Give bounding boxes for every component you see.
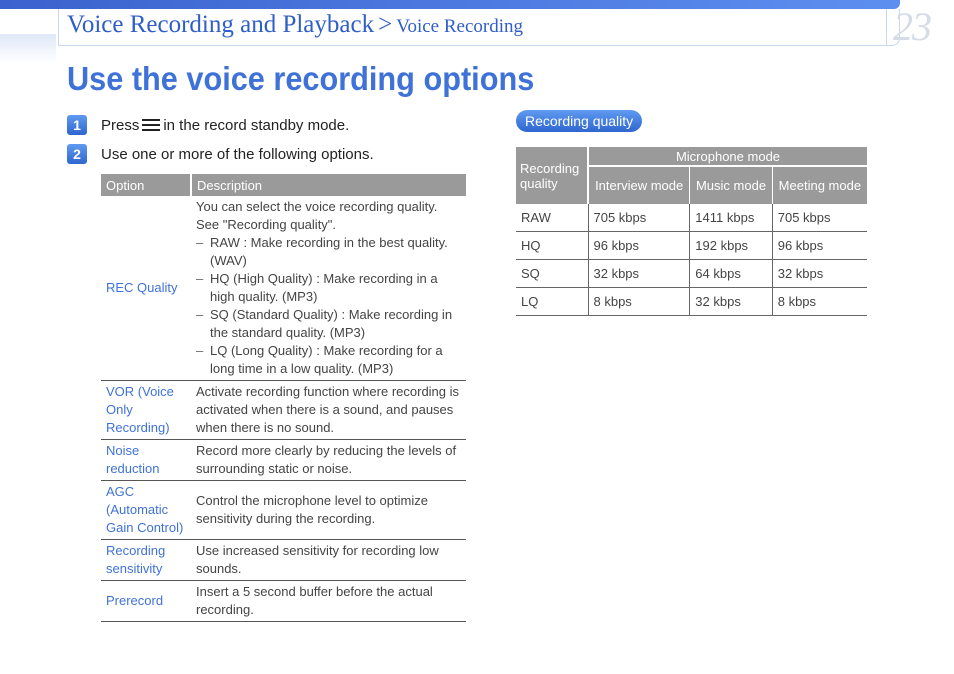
step-text: Use one or more of the following options… <box>101 145 374 163</box>
column-header-option: Option <box>101 174 192 196</box>
option-description: Activate recording function where record… <box>191 380 466 440</box>
column-header-description: Description <box>191 174 466 196</box>
option-name: AGC (Automatic Gain Control) <box>101 480 191 540</box>
step-number-badge: 2 <box>67 144 87 164</box>
options-table: Option Description REC Quality You can s… <box>101 174 466 622</box>
table-row: VOR (Voice Only Recording) Activate reco… <box>101 380 466 440</box>
bitrate-cell: 64 kbps <box>689 259 773 288</box>
step-number-badge: 1 <box>67 115 87 135</box>
bitrate-cell: 1411 kbps <box>689 204 773 232</box>
recording-quality-badge: Recording quality <box>516 110 643 132</box>
recording-quality-table: Recording quality Microphone mode Interv… <box>516 147 867 316</box>
option-description: Control the microphone level to optimize… <box>191 480 466 540</box>
bitrate-cell: 32 kbps <box>587 259 690 288</box>
mode-header-music: Music mode <box>689 166 773 204</box>
bitrate-cell: 8 kbps <box>771 287 867 316</box>
breadcrumb-separator: > <box>378 11 393 38</box>
table-row: Noise reduction Record more clearly by r… <box>101 439 466 481</box>
option-description: You can select the voice recording quali… <box>191 196 466 381</box>
breadcrumb-section[interactable]: Voice Recording and Playback <box>67 11 374 38</box>
bitrate-cell: 96 kbps <box>771 231 867 260</box>
step-2: 2 Use one or more of the following optio… <box>67 144 374 164</box>
quality-label: SQ <box>516 259 588 288</box>
option-description: Record more clearly by reducing the leve… <box>191 439 466 481</box>
microphone-mode-header: Microphone mode <box>588 147 867 168</box>
quality-label: RAW <box>516 204 588 232</box>
quality-label: HQ <box>516 231 588 260</box>
table-row: Prerecord Insert a 5 second buffer befor… <box>101 580 466 622</box>
list-item: HQ (High Quality) : Make recording in a … <box>196 270 461 306</box>
option-name: REC Quality <box>101 196 191 381</box>
list-item: RAW : Make recording in the best quality… <box>196 234 461 270</box>
option-name: VOR (Voice Only Recording) <box>101 380 191 440</box>
list-item: SQ (Standard Quality) : Make recording i… <box>196 306 461 342</box>
mode-header-meeting: Meeting mode <box>772 166 867 204</box>
quality-table-header-row: Recording quality Microphone mode <box>516 147 867 204</box>
options-table-header: Option Description <box>101 174 466 196</box>
option-name: Recording sensitivity <box>101 539 191 581</box>
mode-header-interview: Interview mode <box>588 166 691 204</box>
description-text: You can select the voice recording quali… <box>196 199 438 232</box>
corner-header: Recording quality <box>516 147 589 204</box>
step-1: 1 Press in the record standby mode. <box>67 115 349 135</box>
menu-icon <box>142 118 161 132</box>
page-number: 23 <box>893 4 932 49</box>
page-title: Use the voice recording options <box>67 60 535 97</box>
step-text-before: Press <box>101 116 140 134</box>
header-side-tab <box>0 34 56 64</box>
bitrate-cell: 705 kbps <box>771 204 867 232</box>
step-text-after: in the record standby mode. <box>163 116 350 134</box>
table-row: HQ 96 kbps 192 kbps 96 kbps <box>516 231 867 260</box>
header-top-bar <box>0 0 900 9</box>
option-description: Use increased sensitivity for recording … <box>191 539 466 581</box>
bitrate-cell: 32 kbps <box>689 287 773 316</box>
table-row: SQ 32 kbps 64 kbps 32 kbps <box>516 259 867 288</box>
page-number-divider <box>886 9 887 45</box>
table-row: LQ 8 kbps 32 kbps 8 kbps <box>516 287 867 316</box>
bitrate-cell: 8 kbps <box>587 287 690 316</box>
breadcrumb: Voice Recording and Playback > Voice Rec… <box>67 11 523 39</box>
table-row: AGC (Automatic Gain Control) Control the… <box>101 480 466 540</box>
bitrate-cell: 705 kbps <box>587 204 690 232</box>
bitrate-cell: 192 kbps <box>689 231 773 260</box>
bitrate-cell: 32 kbps <box>771 259 867 288</box>
list-item: LQ (Long Quality) : Make recording for a… <box>196 342 461 378</box>
table-row: Recording sensitivity Use increased sens… <box>101 539 466 581</box>
bitrate-cell: 96 kbps <box>587 231 690 260</box>
option-description: Insert a 5 second buffer before the actu… <box>191 580 466 622</box>
table-row: RAW 705 kbps 1411 kbps 705 kbps <box>516 204 867 232</box>
option-name: Noise reduction <box>101 439 191 481</box>
table-row: REC Quality You can select the voice rec… <box>101 196 466 381</box>
quality-label: LQ <box>516 287 588 316</box>
breadcrumb-subsection[interactable]: Voice Recording <box>396 16 523 37</box>
option-name: Prerecord <box>101 580 191 622</box>
quality-list: RAW : Make recording in the best quality… <box>196 234 461 378</box>
